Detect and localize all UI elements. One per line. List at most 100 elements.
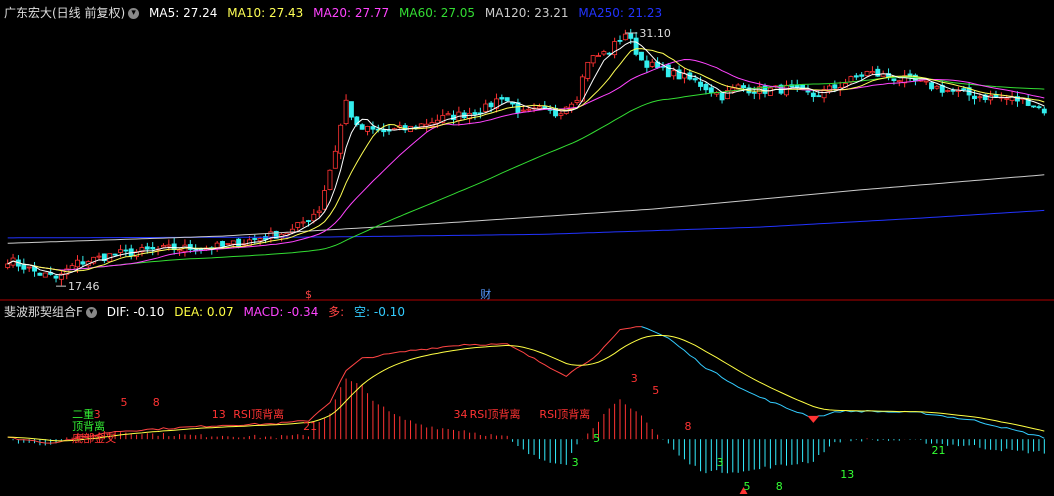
- candle-body: [832, 84, 838, 89]
- candle: [945, 89, 951, 93]
- candle-body: [784, 84, 789, 96]
- candle-body: [719, 92, 725, 101]
- candle-body: [499, 97, 505, 100]
- candle-body: [848, 76, 854, 83]
- candle-body: [214, 242, 220, 249]
- candle: [574, 96, 580, 105]
- candle-body: [252, 238, 258, 240]
- candle-body: [864, 71, 870, 77]
- candle: [354, 116, 360, 127]
- price-legend: 广东宏大(日线 前复权) ▾ MA5: 27.24 MA10: 27.43 MA2…: [0, 3, 668, 23]
- candle-body: [628, 33, 634, 39]
- candle: [929, 81, 934, 92]
- dea-line: [7, 334, 1045, 442]
- candle: [58, 271, 64, 286]
- macd-panel[interactable]: 二重顶背离底部金叉35 813 RSI顶背离2134 RSI顶背离 RSI顶背离3583…: [7, 326, 1045, 494]
- candle: [902, 69, 908, 88]
- stock-title[interactable]: 广东宏大(日线 前复权): [4, 6, 125, 20]
- candle-body: [805, 90, 811, 93]
- candle-body: [161, 245, 166, 248]
- candle: [322, 185, 328, 211]
- candle-body: [359, 124, 365, 130]
- candle-body: [810, 92, 816, 98]
- candle-body: [896, 80, 902, 83]
- candle: [32, 261, 37, 277]
- indicator-title[interactable]: 斐波那契组合F: [4, 305, 83, 319]
- candle-body: [977, 96, 983, 99]
- candle-body: [929, 82, 934, 90]
- candle-body: [365, 126, 370, 132]
- candle-body: [316, 210, 322, 214]
- candle: [859, 72, 865, 80]
- candle-body: [445, 113, 451, 116]
- candle-body: [322, 190, 328, 210]
- candle-body: [144, 246, 150, 250]
- candle-body: [220, 241, 225, 247]
- candle-body: [150, 246, 156, 250]
- candle: [316, 206, 322, 218]
- event-marker: $: [305, 288, 312, 301]
- candle-body: [644, 60, 650, 68]
- candle-body: [617, 39, 623, 42]
- macd-annotation: RSI顶背离: [233, 407, 284, 421]
- candle-body: [536, 106, 542, 109]
- candle-body: [434, 119, 440, 124]
- dea-label: DEA: 0.07: [174, 305, 234, 319]
- long-label: 多:: [328, 305, 345, 319]
- candle-body: [961, 88, 967, 91]
- candle-body: [703, 83, 709, 91]
- candle: [445, 111, 451, 116]
- dropdown-icon[interactable]: ▾: [85, 307, 97, 318]
- candle-body: [123, 249, 129, 252]
- candle-body: [794, 85, 800, 88]
- candle: [209, 246, 215, 255]
- candle-body: [343, 99, 349, 125]
- candle: [703, 82, 709, 95]
- candle: [821, 85, 827, 103]
- dropdown-icon[interactable]: ▾: [128, 8, 140, 19]
- candle: [875, 65, 881, 77]
- candle: [907, 69, 913, 82]
- candle-body: [69, 265, 75, 270]
- candle: [69, 262, 75, 270]
- ma10-label: MA10: 27.43: [227, 6, 304, 20]
- candle: [381, 123, 387, 137]
- candle: [467, 107, 473, 125]
- candle: [590, 54, 596, 67]
- candle: [5, 259, 11, 270]
- candle-body: [869, 71, 875, 74]
- candle: [1041, 106, 1047, 116]
- candle: [794, 79, 800, 92]
- candle: [639, 51, 644, 61]
- macd-annotation: RSI顶背离: [470, 407, 521, 421]
- candle-body: [816, 95, 822, 98]
- candle: [300, 216, 306, 228]
- candle-body: [526, 108, 532, 111]
- price-panel[interactable]: 31.10 17.46 $ 财: [5, 27, 1047, 301]
- candle: [622, 29, 628, 41]
- candle: [724, 85, 730, 100]
- candle: [585, 61, 591, 82]
- candle-body: [639, 51, 644, 61]
- macd-annotation: 34: [453, 408, 467, 421]
- candle-body: [488, 102, 494, 108]
- candle-body: [306, 220, 311, 222]
- candle-body: [257, 238, 263, 242]
- candle-body: [708, 87, 714, 94]
- ma20-label: MA20: 27.77: [313, 6, 390, 20]
- candle-body: [698, 81, 704, 87]
- macd-annotation: 5: [652, 384, 659, 397]
- candle: [682, 67, 687, 84]
- candle-body: [53, 275, 59, 279]
- macd-annotation: 3: [572, 456, 579, 469]
- candle-body: [483, 103, 489, 112]
- candle-body: [596, 55, 601, 57]
- candle: [934, 84, 940, 90]
- candle-body: [972, 95, 977, 100]
- candle-body: [42, 272, 48, 278]
- candle-body: [649, 61, 655, 67]
- candle: [461, 110, 467, 120]
- candle-body: [1031, 105, 1037, 108]
- candle-body: [112, 253, 118, 256]
- candle: [96, 252, 102, 260]
